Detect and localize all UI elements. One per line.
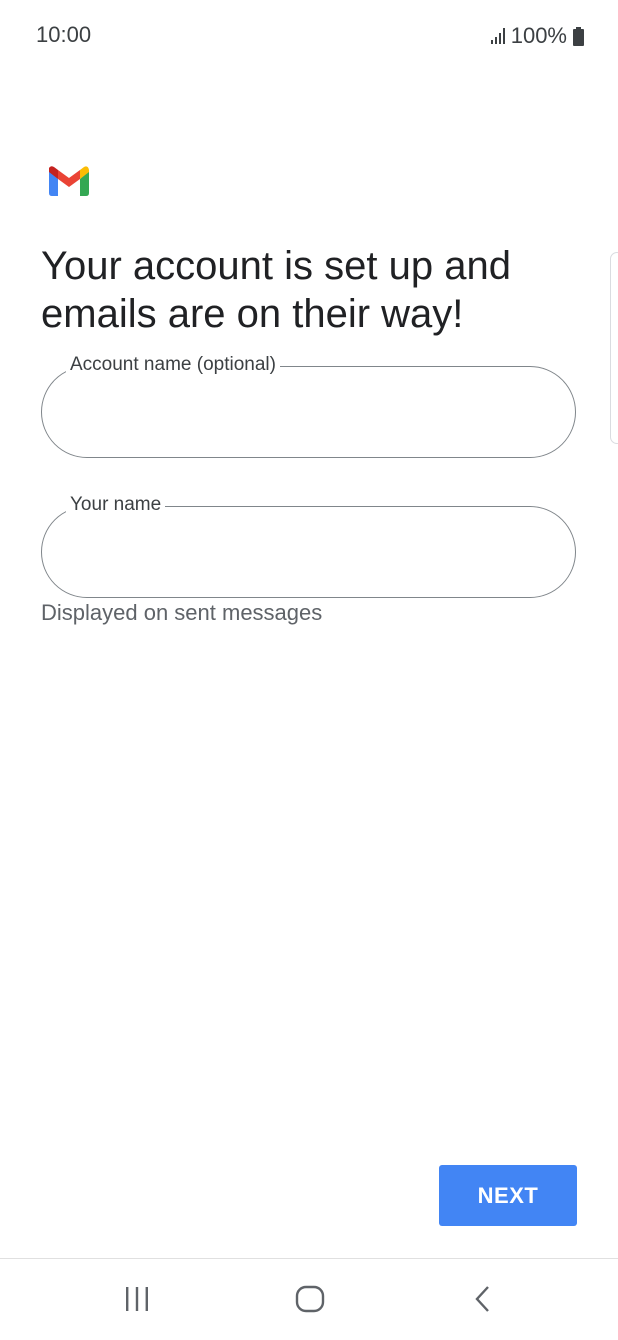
recent-apps-button[interactable] [109,1277,165,1321]
back-button[interactable] [455,1277,511,1321]
gmail-logo-icon [49,166,89,196]
status-time: 10:00 [36,22,92,47]
signal-icon [490,28,505,44]
battery-icon [573,26,584,46]
account-name-field[interactable]: Account name (optional) [41,353,576,458]
status-indicators: 100% [490,22,584,50]
your-name-helper-text: Displayed on sent messages [41,600,323,625]
home-button[interactable] [282,1277,338,1321]
your-name-label: Your name [66,493,166,517]
your-name-input[interactable] [70,533,547,575]
page-title: Your account is set up and emails are on… [41,244,511,336]
next-button[interactable]: NEXT [439,1165,577,1226]
account-name-input[interactable] [70,393,547,435]
back-icon [475,1286,489,1312]
status-bar: 10:00 100% [0,0,618,72]
screen: 10:00 100% Your account is set up and em… [0,0,618,1340]
home-icon [295,1285,325,1313]
account-name-label: Account name (optional) [66,353,280,377]
edge-panel-handle[interactable] [610,252,618,444]
navigation-bar [0,1259,618,1340]
battery-percent: 100% [510,23,567,48]
your-name-field[interactable]: Your name [41,493,576,598]
recent-apps-icon [126,1287,148,1311]
